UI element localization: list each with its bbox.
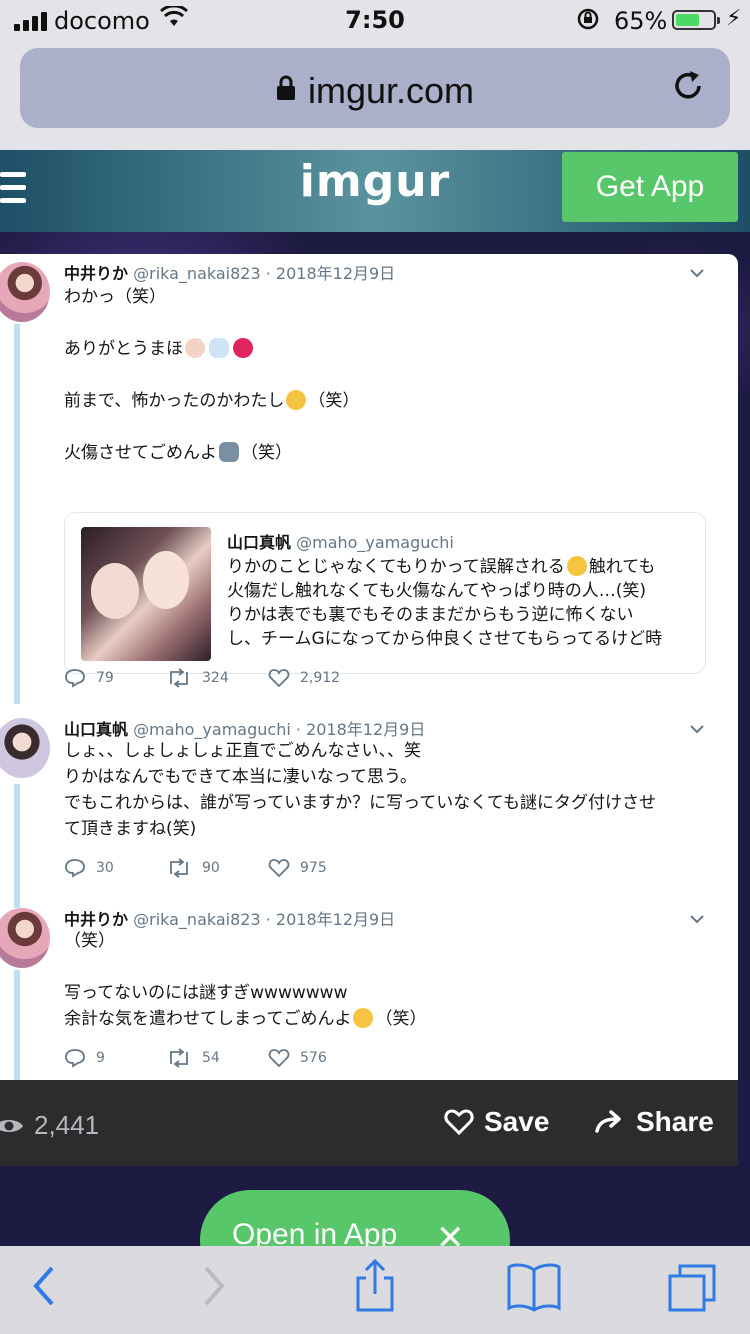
speech-bubble-emoji-icon — [209, 338, 229, 358]
quoted-tweet: 山口真帆 @maho_yamaguchi りかのことじゃなくてもりかって誤解され… — [64, 512, 706, 674]
tweet-actions: 79 324 2,912 — [64, 668, 370, 688]
avatar — [0, 262, 50, 322]
tabs-icon[interactable] — [666, 1262, 718, 1314]
reply-icon — [65, 669, 85, 688]
open-in-app-button[interactable]: Open in App ✕ — [200, 1190, 510, 1246]
crying-emoji-icon — [353, 1008, 374, 1028]
imgur-header: imgur Get App — [0, 150, 750, 232]
reply-icon — [65, 859, 85, 878]
heart-icon — [444, 1109, 474, 1136]
avatar — [0, 718, 50, 778]
thinking-emoji-icon — [286, 390, 307, 410]
tweet-actions: 30 90 975 — [64, 858, 370, 878]
retweet-icon — [170, 858, 188, 878]
post-footer: 2,441 Save Share — [0, 1080, 738, 1166]
share-arrow-icon — [595, 1110, 621, 1133]
url-text: imgur.com — [307, 70, 475, 111]
bookmarks-icon[interactable] — [506, 1262, 562, 1312]
tweet-text: ありがとうまほ — [64, 336, 255, 362]
status-bar: docomo 7:50 65% ⚡ — [0, 0, 750, 42]
browser-toolbar — [0, 1246, 750, 1334]
view-count: 2,441 — [34, 1110, 100, 1140]
tweet-text: （笑） — [64, 931, 115, 951]
close-icon[interactable]: ✕ — [436, 1218, 465, 1246]
forward-icon[interactable] — [200, 1262, 228, 1310]
heart-icon — [268, 1049, 290, 1068]
quoted-tweet-header: 山口真帆 @maho_yamaguchi — [227, 533, 454, 552]
reply-count: 9 — [64, 1048, 166, 1068]
like-count: 2,912 — [268, 668, 370, 688]
tweet-actions: 9 54 576 — [64, 1048, 370, 1068]
retweet-icon — [170, 1048, 188, 1068]
tweet-screenshot-image: 中井りか @rika_nakai823 · 2018年12月9日 わかっ（笑） … — [0, 254, 738, 1080]
quoted-tweet-photo — [81, 527, 211, 661]
battery-percent: 65% — [614, 7, 668, 35]
tweet-text: 余計な気を遣わせてしまってごめんよ （笑） — [64, 1008, 427, 1029]
tweet-header: 中井りか @rika_nakai823 · 2018年12月9日 — [64, 910, 396, 929]
chevron-down-icon — [690, 725, 704, 734]
hearts-emoji-icon — [233, 338, 253, 358]
retweet-icon — [170, 668, 188, 688]
orientation-lock-icon — [576, 7, 600, 37]
like-count: 576 — [268, 1048, 370, 1068]
like-count: 975 — [268, 858, 370, 878]
heart-icon — [268, 669, 290, 688]
person-emoji-icon — [219, 442, 239, 462]
share-button[interactable]: Share — [594, 1106, 714, 1138]
retweet-count: 90 — [166, 858, 268, 878]
chevron-down-icon — [690, 269, 704, 278]
tweet-header: 中井りか @rika_nakai823 · 2018年12月9日 — [64, 264, 396, 283]
thread-line — [14, 970, 20, 1080]
sweat-smile-emoji-icon — [566, 556, 587, 576]
retweet-count: 324 — [166, 668, 268, 688]
lock-icon — [276, 68, 296, 110]
baby-emoji-icon — [185, 338, 205, 358]
avatar — [0, 908, 50, 968]
address-bar[interactable]: imgur.com — [20, 48, 730, 128]
heart-icon — [268, 859, 290, 878]
tweet-text: しょ、、しょしょしょ正直でごめんなさい、、笑 りかはなんでもできて本当に凄いなっ… — [64, 741, 656, 839]
charging-icon: ⚡ — [726, 6, 742, 31]
post-content: 中井りか @rika_nakai823 · 2018年12月9日 わかっ（笑） … — [0, 232, 750, 1246]
eye-icon — [0, 1116, 34, 1140]
get-app-button[interactable]: Get App — [562, 152, 738, 222]
reply-count: 30 — [64, 858, 166, 878]
chevron-down-icon — [690, 915, 704, 924]
share-icon[interactable] — [352, 1258, 398, 1314]
quoted-tweet-text: りかのことじゃなくてもりかって誤解される 触れても 火傷だし触れなくても火傷なんて… — [227, 556, 663, 649]
battery-icon — [672, 10, 720, 30]
browser-address-area: imgur.com — [0, 42, 750, 150]
back-icon[interactable] — [30, 1262, 58, 1310]
reload-icon[interactable] — [670, 68, 710, 108]
save-button[interactable]: Save — [444, 1106, 549, 1138]
thread-line — [14, 784, 20, 908]
retweet-count: 54 — [166, 1048, 268, 1068]
reply-count: 79 — [64, 668, 166, 688]
tweet-text: 前まで、怖かったのかわたし （笑） — [64, 390, 360, 411]
reply-icon — [65, 1049, 85, 1068]
thread-line — [14, 324, 20, 704]
tweet-text: 写ってないのには謎すぎwwwwwww — [64, 983, 348, 1003]
tweet-header: 山口真帆 @maho_yamaguchi · 2018年12月9日 — [64, 720, 426, 739]
tweet-text: 火傷させてごめんよ （笑） — [64, 442, 292, 463]
tweet-text: わかっ（笑） — [64, 287, 166, 307]
